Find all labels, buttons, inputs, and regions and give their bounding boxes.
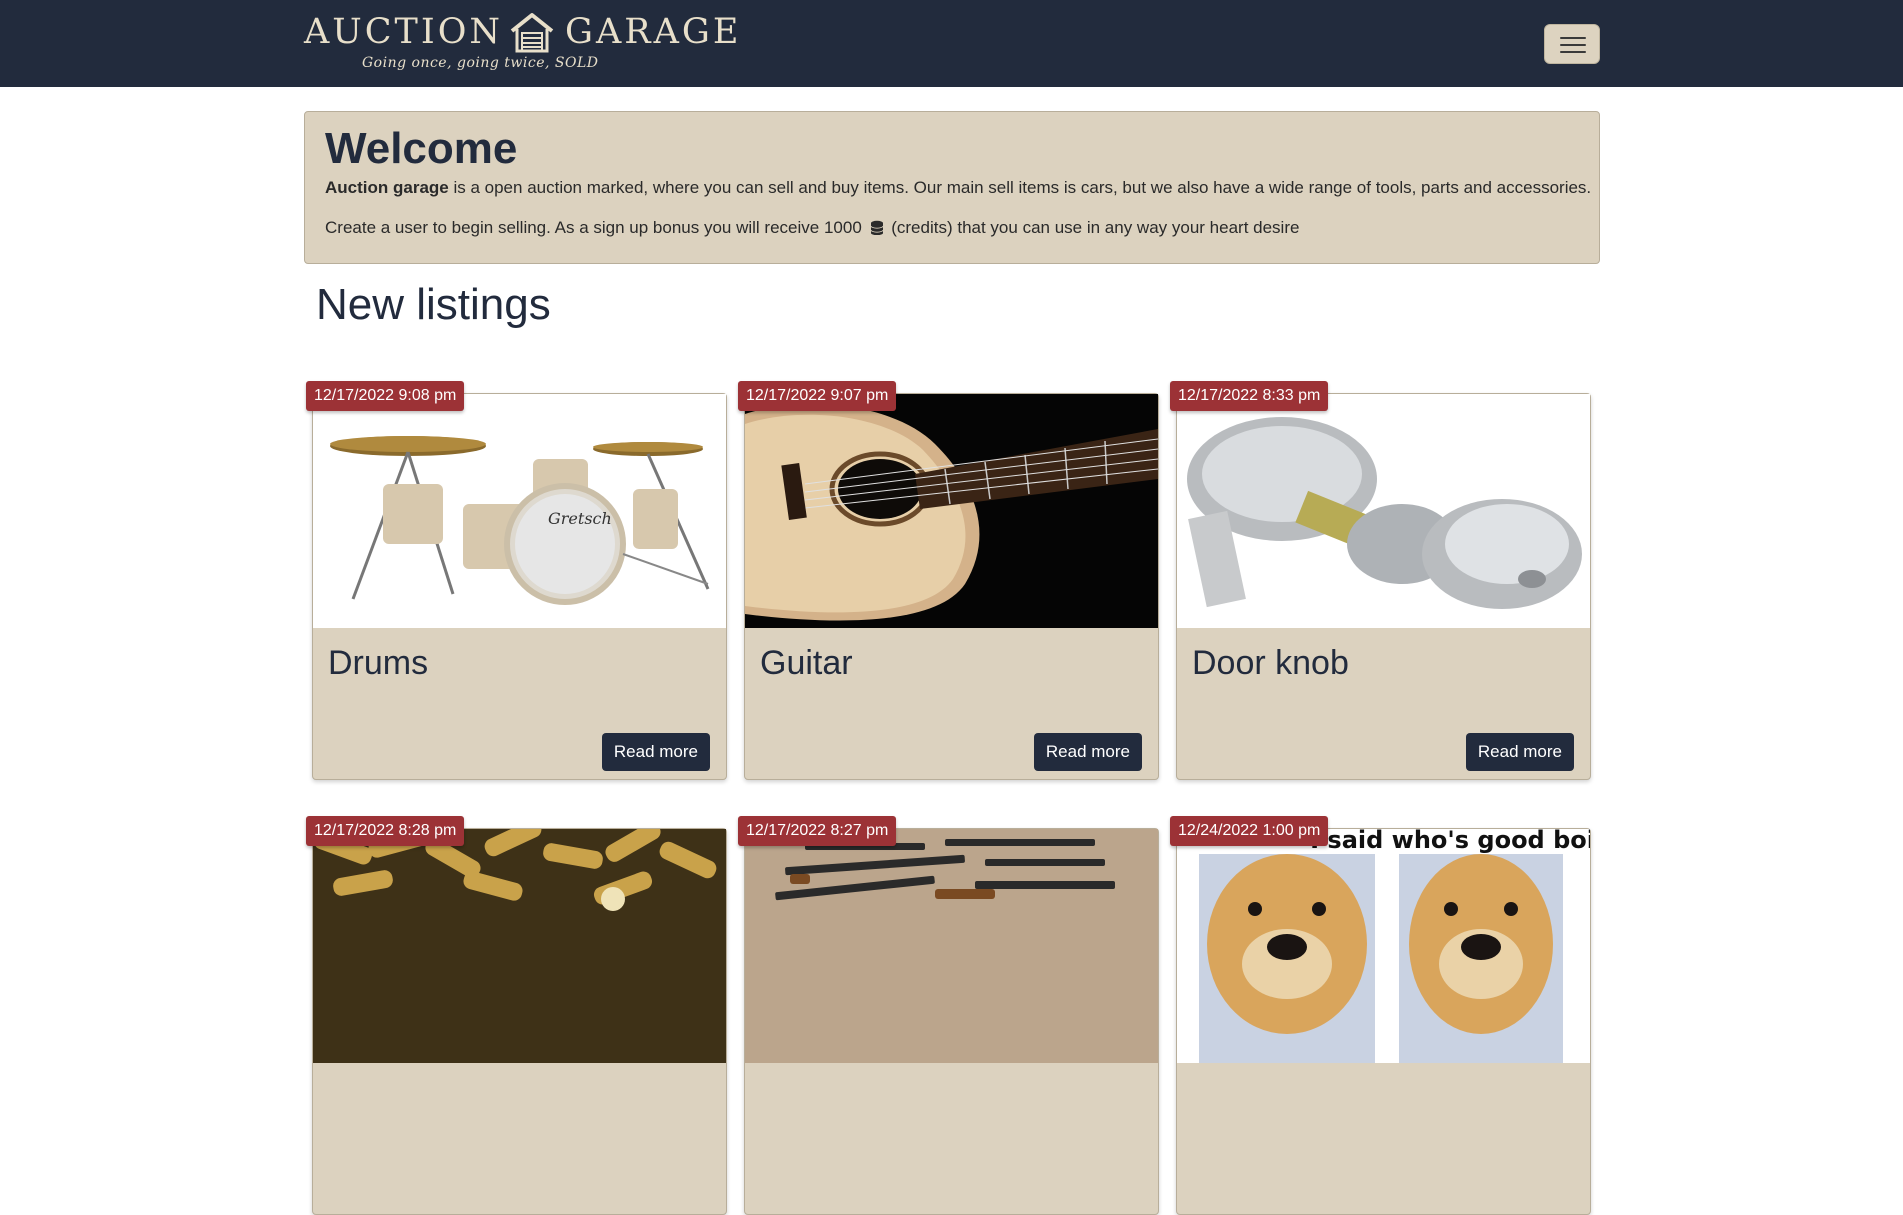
door-knob-image [1177,394,1590,628]
signup-bonus-text: Create a user to begin selling. As a sig… [325,218,862,237]
listing-image-door-knob[interactable] [1177,394,1590,628]
listing-card[interactable]: I said who's good boi 12/24/2022 1:00 pm [1170,816,1591,1215]
drum-kit-image: Gretsch [313,394,726,628]
hamburger-icon [1560,37,1586,39]
listing-card[interactable]: Door knob Read more 12/17/2022 8:33 pm [1170,381,1591,780]
coins-icon [870,220,883,235]
brand-title-right: GARAGE [565,12,742,52]
new-listings-heading: New listings [316,280,551,329]
brand-logo[interactable]: AUCTION GARAGE Going once, going twice, … [304,10,738,76]
listing-date-badge: 12/17/2022 9:08 pm [306,381,465,411]
dog-meme-image: I said who's good boi [1177,829,1590,1063]
listing-date-badge: 12/17/2022 8:27 pm [738,816,897,846]
listing-title: Drums [328,644,429,682]
svg-text:Gretsch: Gretsch [548,509,612,528]
brand-tagline: Going once, going twice, SOLD [362,55,599,71]
listing-image-drums[interactable]: Gretsch [313,394,726,628]
listing-card[interactable]: 12/17/2022 8:27 pm [738,816,1159,1215]
hamburger-icon [1560,51,1586,53]
meme-caption: I said who's good boi [1310,829,1590,854]
listing-card[interactable]: Guitar Read more 12/17/2022 9:07 pm [738,381,1159,780]
ammunition-image [313,829,726,1063]
read-more-button[interactable]: Read more [1033,733,1142,771]
brand-name-bold: Auction garage [325,178,449,197]
listing-date-badge: 12/17/2022 8:28 pm [306,816,465,846]
hamburger-icon [1560,44,1586,46]
acoustic-guitar-image [745,394,1158,628]
welcome-intro: Auction garage is a open auction marked,… [325,178,1591,198]
brand-title-left: AUCTION [304,12,504,52]
welcome-intro-text: is a open auction marked, where you can … [448,178,1592,197]
listing-title: Guitar [760,644,853,682]
read-more-button[interactable]: Read more [1465,733,1574,771]
listing-card[interactable]: 12/17/2022 8:28 pm [306,816,727,1215]
rifles-image [745,829,1158,1063]
welcome-signup-bonus: Create a user to begin selling. As a sig… [325,218,1299,238]
listing-image-dog-meme[interactable]: I said who's good boi [1177,829,1590,1063]
brand-title: AUCTION GARAGE [304,12,742,53]
listing-date-badge: 12/24/2022 1:00 pm [1170,816,1329,846]
listing-image-guitar[interactable] [745,394,1158,628]
listing-card[interactable]: Gretsch Drums Read more 12/17/2022 9:08 … [306,381,727,780]
listing-image-ammunition[interactable] [313,829,726,1063]
listing-date-badge: 12/17/2022 8:33 pm [1170,381,1329,411]
garage-icon [510,13,554,53]
listing-date-badge: 12/17/2022 9:07 pm [738,381,897,411]
welcome-title: Welcome [325,124,518,173]
welcome-panel: Welcome Auction garage is a open auction… [304,111,1600,264]
listing-title: Door knob [1192,644,1349,682]
read-more-button[interactable]: Read more [601,733,710,771]
listing-image-rifles[interactable] [745,829,1158,1063]
signup-bonus-text-end: (credits) that you can use in any way yo… [886,218,1300,237]
menu-toggle-button[interactable] [1544,24,1600,64]
top-navbar: AUCTION GARAGE Going once, going twice, … [0,0,1903,87]
